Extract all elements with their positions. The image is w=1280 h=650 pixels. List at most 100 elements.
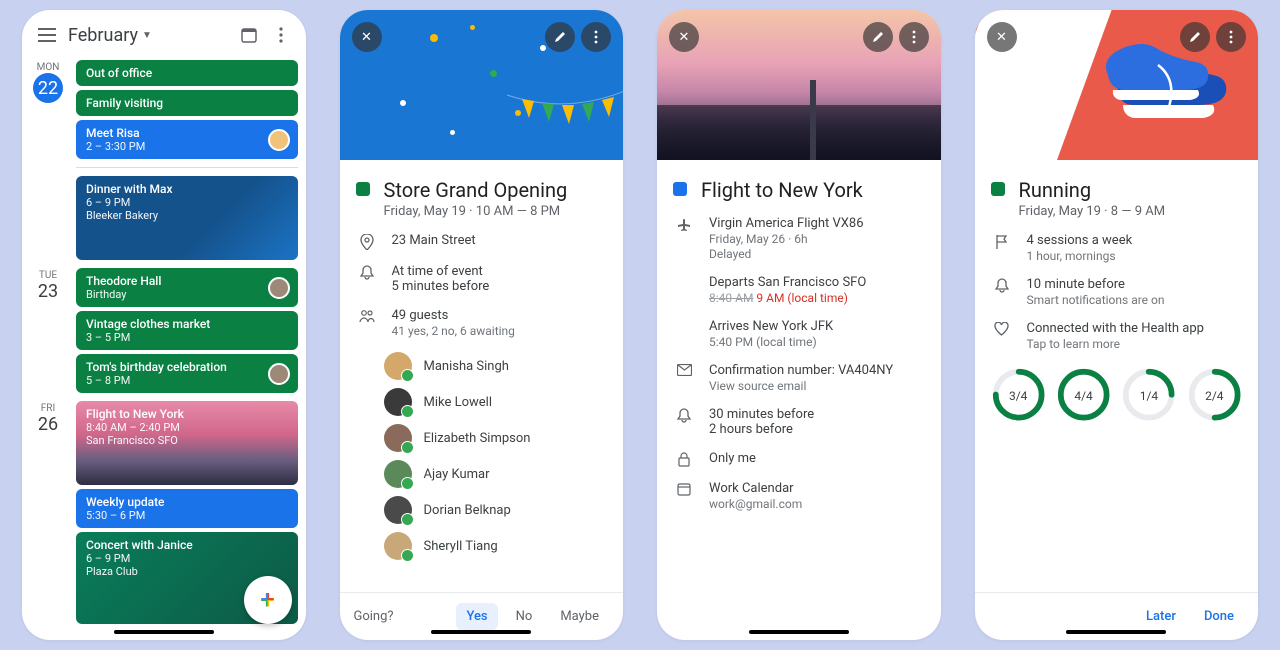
create-fab[interactable]: + (244, 576, 292, 624)
guest-item[interactable]: Elizabeth Simpson (384, 424, 608, 452)
guest-avatar (384, 424, 412, 452)
progress-rings: 3/44/41/42/4 (991, 367, 1243, 425)
home-indicator (1066, 630, 1166, 634)
progress-ring: 4/4 (1056, 367, 1111, 425)
progress-ring: 3/4 (991, 367, 1046, 425)
event-title: Flight to New York (701, 178, 863, 202)
chevron-down-icon: ▼ (142, 30, 152, 41)
guest-avatar (384, 496, 412, 524)
agenda-list[interactable]: MON22Out of officeFamily visitingMeet Ri… (22, 54, 306, 640)
guest-list: Manisha Singh Mike Lowell Elizabeth Simpso… (356, 352, 608, 560)
goal-row[interactable]: 4 sessions a week1 hour, mornings (993, 233, 1243, 263)
agenda-screen: February ▼ MON22Out of officeFamily visi… (22, 10, 306, 640)
bell-icon (993, 277, 1011, 294)
done-button[interactable]: Done (1194, 603, 1244, 630)
flag-icon (993, 233, 1011, 250)
overflow-icon[interactable] (899, 22, 929, 52)
guest-item[interactable]: Mike Lowell (384, 388, 608, 416)
guest-name: Dorian Belknap (424, 503, 511, 518)
overflow-icon[interactable] (270, 24, 292, 46)
agenda-event[interactable]: Theodore HallBirthday (76, 268, 298, 307)
guest-name: Manisha Singh (424, 359, 509, 374)
event-title: Store Grand Opening (384, 178, 568, 202)
agenda-event[interactable]: Vintage clothes market3 – 5 PM (76, 311, 298, 350)
event-body: Flight to New York Virgin America Flight… (657, 160, 941, 640)
later-button[interactable]: Later (1136, 603, 1186, 630)
agenda-event[interactable]: Tom's birthday celebration5 – 8 PM (76, 354, 298, 393)
close-icon[interactable]: ✕ (987, 22, 1017, 52)
agenda-day: TUE23Theodore HallBirthdayVintage clothe… (30, 268, 298, 393)
event-subtitle: Friday, May 19 · 8 — 9 AM (1019, 204, 1166, 219)
rsvp-yes[interactable]: Yes (456, 603, 497, 630)
overflow-icon[interactable] (1216, 22, 1246, 52)
plus-icon: + (260, 585, 274, 615)
agenda-event[interactable]: Family visiting (76, 90, 298, 116)
reminder-row[interactable]: 30 minutes before2 hours before (675, 407, 925, 437)
depart-row: Departs San Francisco SFO8:40 AM 9 AM (l… (675, 275, 925, 305)
guest-item[interactable]: Manisha Singh (384, 352, 608, 380)
close-icon[interactable]: ✕ (352, 22, 382, 52)
event-running-screen: ✕ Running Friday, May 19 · 8 — 9 AM 4 se… (975, 10, 1259, 640)
event-body: Running Friday, May 19 · 8 — 9 AM 4 sess… (975, 160, 1259, 592)
event-body: Store Grand Opening Friday, May 19 · 10 … (340, 160, 624, 592)
guest-name: Sheryll Tiang (424, 539, 498, 554)
calendar-row[interactable]: Work Calendarwork@gmail.com (675, 481, 925, 511)
day-header: FRI26 (30, 401, 66, 435)
guest-name: Elizabeth Simpson (424, 431, 531, 446)
arrive-row: Arrives New York JFK5:40 PM (local time) (675, 319, 925, 349)
reminder-row[interactable]: 10 minute beforeSmart notifications are … (993, 277, 1243, 307)
rsvp-no[interactable]: No (506, 603, 543, 630)
guest-item[interactable]: Dorian Belknap (384, 496, 608, 524)
guest-avatar (384, 532, 412, 560)
attendee-avatar (268, 363, 290, 385)
overflow-icon[interactable] (581, 22, 611, 52)
agenda-event[interactable]: Flight to New York8:40 AM – 2:40 PMSan F… (76, 401, 298, 485)
guest-avatar (384, 388, 412, 416)
event-store-screen: ✕ Store Grand Opening Friday, May 19 · 1… (340, 10, 624, 640)
location-icon (358, 233, 376, 250)
menu-icon[interactable] (36, 24, 58, 46)
hero-image: ✕ (657, 10, 941, 160)
guest-name: Mike Lowell (424, 395, 493, 410)
progress-ring: 1/4 (1121, 367, 1176, 425)
guest-name: Ajay Kumar (424, 467, 490, 482)
plane-icon (675, 216, 693, 233)
people-icon (358, 308, 376, 323)
rsvp-maybe[interactable]: Maybe (550, 603, 609, 630)
close-icon[interactable]: ✕ (669, 22, 699, 52)
visibility-row[interactable]: Only me (675, 451, 925, 467)
rsvp-prompt: Going? (354, 609, 449, 624)
location-row[interactable]: 23 Main Street (358, 233, 608, 250)
agenda-event[interactable]: Weekly update5:30 – 6 PM (76, 489, 298, 528)
today-icon[interactable] (238, 24, 260, 46)
progress-ring: 2/4 (1187, 367, 1242, 425)
hero-image: ✕ (975, 10, 1259, 160)
health-row[interactable]: Connected with the Health appTap to lear… (993, 321, 1243, 351)
edit-icon[interactable] (545, 22, 575, 52)
flight-row: Virgin America Flight VX86Friday, May 26… (675, 216, 925, 261)
edit-icon[interactable] (863, 22, 893, 52)
attendee-avatar (268, 277, 290, 299)
heart-icon (993, 321, 1011, 336)
agenda-event[interactable]: Dinner with Max6 – 9 PMBleeker Bakery (76, 176, 298, 260)
guest-item[interactable]: Ajay Kumar (384, 460, 608, 488)
mail-icon (675, 363, 693, 376)
event-subtitle: Friday, May 19 · 10 AM — 8 PM (384, 204, 568, 219)
lock-icon (675, 451, 693, 467)
reminder-row[interactable]: At time of event5 minutes before (358, 264, 608, 294)
agenda-event[interactable]: Out of office (76, 60, 298, 86)
home-indicator (749, 630, 849, 634)
month-picker[interactable]: February ▼ (68, 25, 228, 46)
event-title: Running (1019, 178, 1166, 202)
guest-avatar (384, 352, 412, 380)
confirmation-row[interactable]: Confirmation number: VA404NYView source … (675, 363, 925, 393)
month-label: February (68, 25, 138, 46)
home-indicator (114, 630, 214, 634)
bell-icon (358, 264, 376, 281)
agenda-event[interactable]: Meet Risa2 – 3:30 PM (76, 120, 298, 159)
edit-icon[interactable] (1180, 22, 1210, 52)
guests-row[interactable]: 49 guests41 yes, 2 no, 6 awaiting (358, 308, 608, 338)
guest-item[interactable]: Sheryll Tiang (384, 532, 608, 560)
attendee-avatar (268, 129, 290, 151)
calendar-color-chip (673, 182, 687, 196)
